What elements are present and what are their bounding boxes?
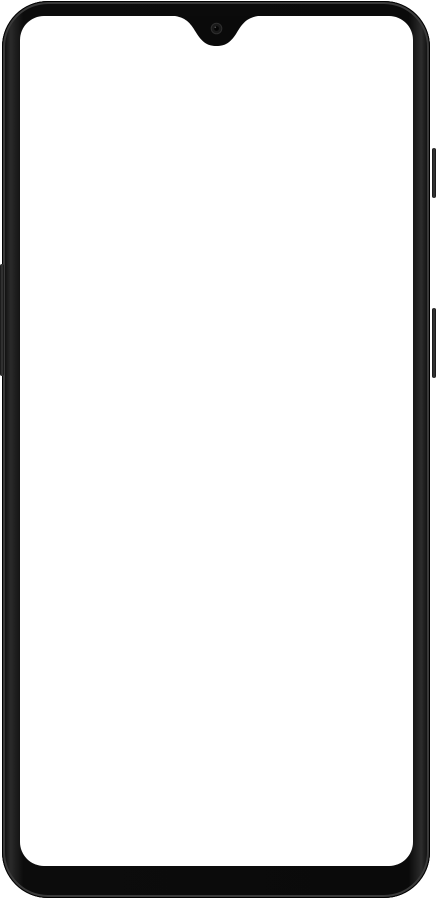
front-camera-icon bbox=[210, 22, 223, 35]
power-button[interactable] bbox=[432, 148, 436, 198]
waterdrop-notch bbox=[175, 16, 258, 46]
volume-button[interactable] bbox=[0, 264, 4, 376]
phone-screen[interactable] bbox=[20, 16, 413, 866]
alert-slider[interactable] bbox=[432, 308, 436, 378]
